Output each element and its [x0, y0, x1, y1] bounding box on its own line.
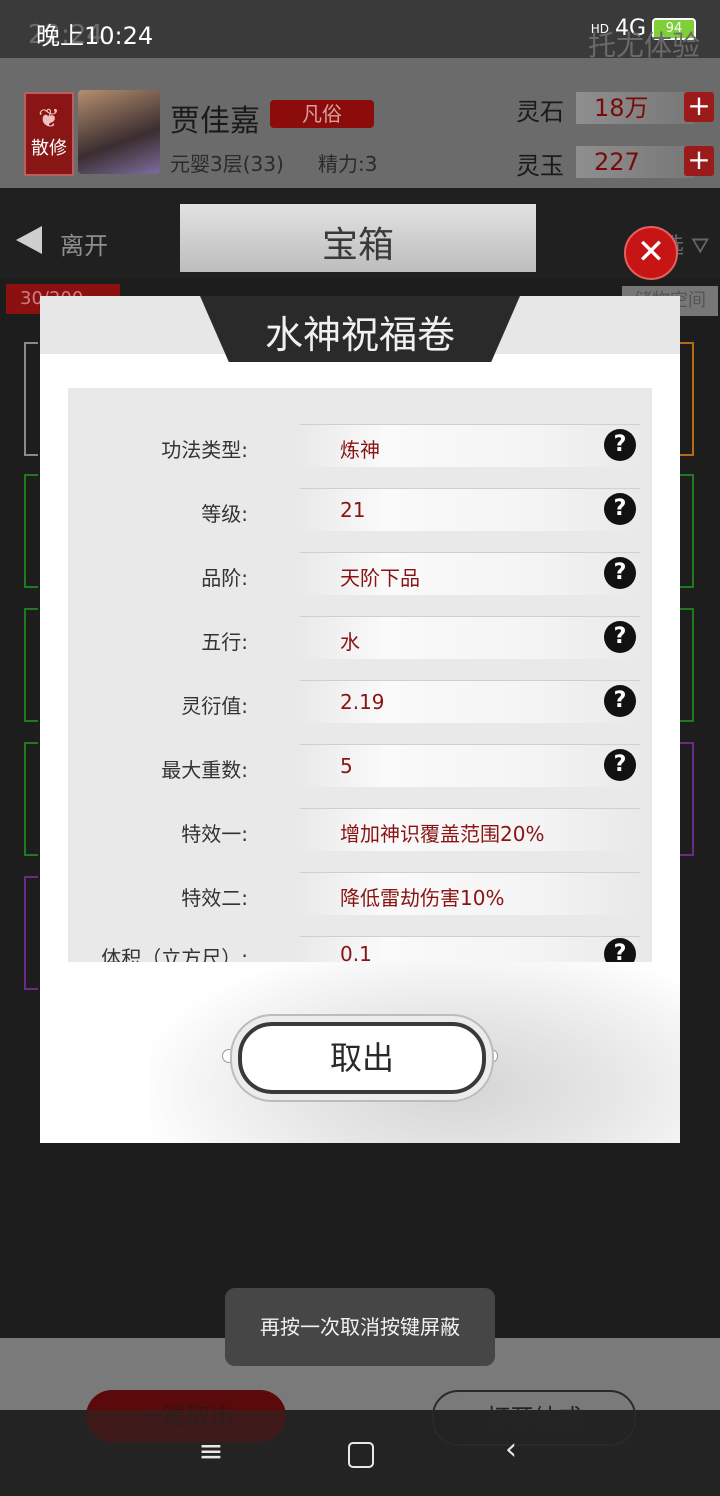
attribute-label: 特效二: — [181, 886, 248, 910]
attribute-label: 最大重数: — [161, 758, 248, 782]
help-icon[interactable]: ? — [604, 493, 636, 525]
page-title: 宝箱 — [321, 225, 394, 266]
attribute-label: 特效一: — [181, 822, 248, 846]
attribute-label: 等级: — [201, 502, 248, 526]
home-icon[interactable] — [348, 1442, 374, 1468]
back-icon[interactable]: ‹ — [496, 1432, 526, 1467]
attribute-value: 天阶下品 — [340, 566, 420, 590]
add-spirit-stone-button[interactable]: + — [684, 92, 714, 122]
list-item[interactable] — [24, 474, 38, 588]
funnel-icon: ⛛ — [691, 234, 710, 259]
list-item[interactable] — [680, 474, 694, 588]
attribute-label: 功法类型: — [161, 438, 248, 462]
list-item[interactable] — [24, 876, 38, 990]
item-detail-dialog: 水神祝福卷 功法类型: 炼神 ? 等级: 21 ? 品阶: 天阶下品 ? 五行:… — [40, 296, 680, 1143]
dialog-title: 水神祝福卷 — [264, 313, 455, 357]
attribute-value: 炼神 — [340, 438, 380, 462]
list-item[interactable] — [680, 608, 694, 722]
currency-value-spirit-stone: 18万 — [576, 92, 694, 124]
button-ornament — [484, 1049, 498, 1063]
help-icon[interactable]: ? — [604, 557, 636, 589]
attribute-value: 5 — [340, 754, 353, 778]
help-icon[interactable]: ? — [604, 685, 636, 717]
lotus-icon: ❦ — [38, 104, 60, 134]
attribute-value: 2.19 — [340, 690, 385, 714]
attribute-value: 增加神识覆盖范围20% — [340, 822, 545, 846]
button-ornament — [222, 1049, 236, 1063]
currency-value-spirit-jade: 227 — [576, 146, 694, 178]
take-out-button[interactable]: 取出 — [238, 1022, 486, 1094]
sect-badge[interactable]: ❦ 散修 — [24, 92, 74, 176]
player-energy: 精力:3 — [318, 152, 378, 176]
sect-label: 散修 — [31, 138, 67, 159]
list-item[interactable] — [680, 742, 694, 856]
help-icon[interactable]: ? — [604, 429, 636, 461]
player-realm: 元婴3层(33) — [170, 152, 284, 176]
attribute-panel[interactable]: 功法类型: 炼神 ? 等级: 21 ? 品阶: 天阶下品 ? 五行: 水 ? 灵… — [68, 388, 652, 962]
list-item[interactable] — [24, 608, 38, 722]
status-time: 晚上10:24 — [36, 22, 154, 50]
currency-label-spirit-jade: 灵玉 — [516, 152, 564, 180]
currency-label-spirit-stone: 灵石 — [516, 98, 564, 126]
list-item[interactable] — [24, 742, 38, 856]
rank-badge: 凡俗 — [270, 100, 374, 128]
attribute-value: 降低雷劫伤害10% — [340, 886, 505, 910]
add-spirit-jade-button[interactable]: + — [684, 146, 714, 176]
player-name: 贾佳嘉 — [170, 104, 260, 139]
help-icon[interactable]: ? — [604, 621, 636, 653]
list-item[interactable] — [24, 342, 38, 456]
avatar[interactable] — [78, 90, 160, 174]
back-arrow-icon[interactable] — [16, 226, 42, 254]
menu-icon[interactable]: ≡ — [196, 1434, 226, 1469]
ghost-right-text: 托尤体验 — [587, 29, 700, 62]
attribute-value: 水 — [340, 630, 360, 654]
close-icon[interactable]: ✕ — [624, 226, 678, 280]
attribute-value: 21 — [340, 498, 366, 522]
attribute-label: 灵衍值: — [181, 694, 248, 718]
leave-button[interactable]: 离开 — [60, 226, 108, 261]
help-icon[interactable]: ? — [604, 938, 636, 962]
attribute-label: 体积（立方尺）: — [101, 946, 248, 962]
list-item[interactable] — [680, 342, 694, 456]
help-icon[interactable]: ? — [604, 749, 636, 781]
attribute-value: 0.1 — [340, 942, 372, 962]
attribute-label: 品阶: — [201, 566, 248, 590]
attribute-label: 五行: — [201, 630, 248, 654]
toast-message: 再按一次取消按键屏蔽 — [225, 1288, 495, 1366]
